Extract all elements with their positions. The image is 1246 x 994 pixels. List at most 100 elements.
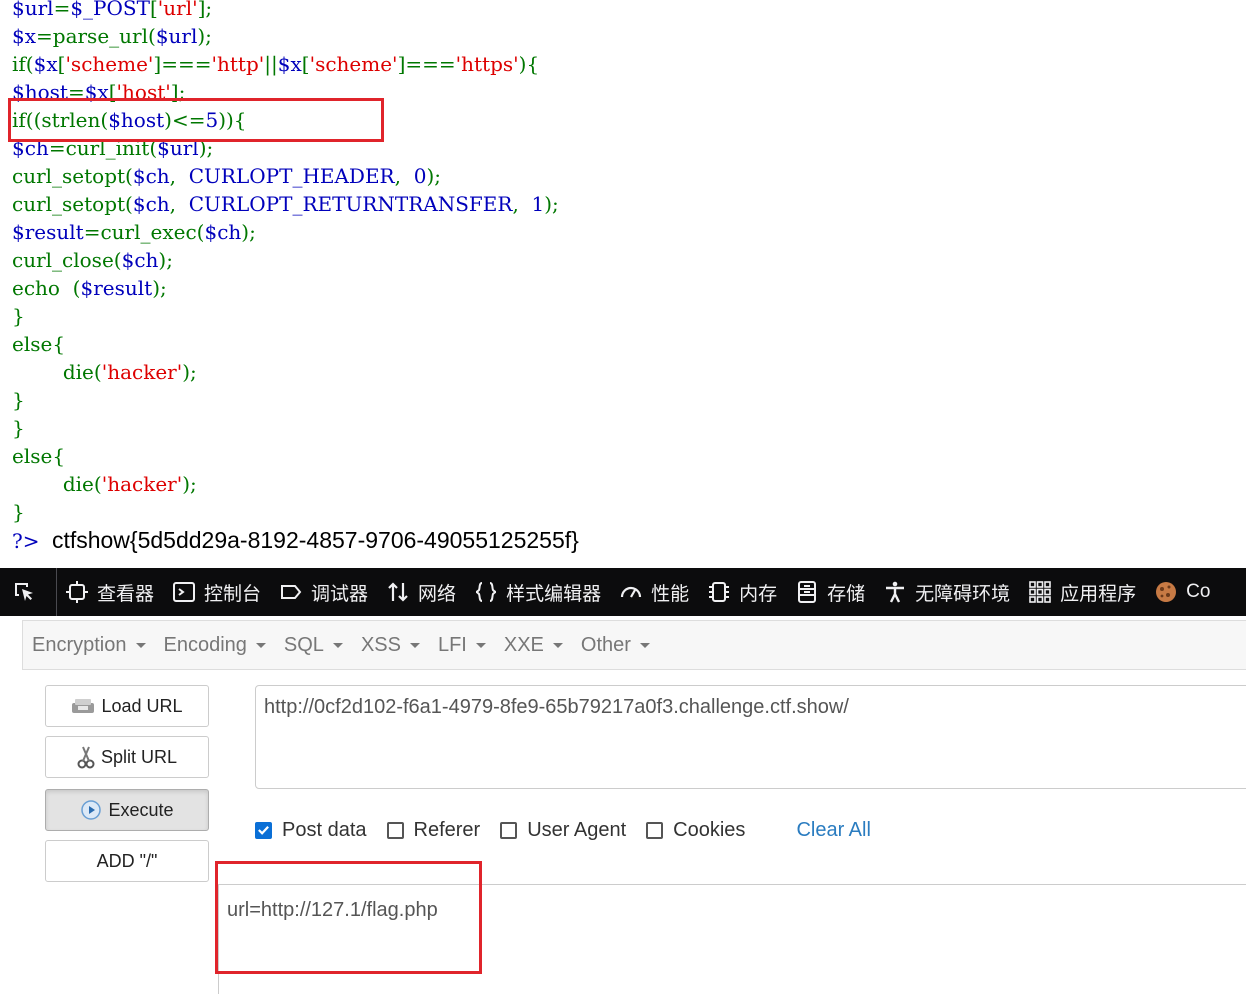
option-referer[interactable]: Referer	[386, 818, 481, 842]
add-slash-button[interactable]: ADD "/"	[45, 840, 209, 882]
code-token: $url	[12, 0, 54, 20]
code-token: =curl_exec(	[83, 220, 205, 244]
devtools-tab-network[interactable]: 网络	[378, 568, 466, 616]
code-token: }	[12, 500, 25, 524]
devtools-tab-style-editor[interactable]: 样式编辑器	[466, 568, 611, 616]
devtools-tab-label: 调试器	[311, 583, 369, 605]
devtools-tab-debugger[interactable]: 调试器	[271, 568, 378, 616]
devtools-toolbar: 查看器 控制台 调试器 网络 样式编辑器 性能 内存 存储 无障碍环境 应用程序 Co	[0, 568, 1246, 616]
code-token: else{	[12, 332, 66, 356]
menu-label: XSS	[360, 633, 401, 656]
code-token: [	[149, 0, 158, 20]
code-line: curl_setopt($ch, CURLOPT_HEADER, 0);	[12, 162, 1246, 190]
menu-label: XXE	[503, 633, 544, 656]
checkbox[interactable]	[646, 821, 664, 839]
code-line: else{	[12, 330, 1246, 358]
code-token: }	[12, 416, 25, 440]
code-token: );	[152, 276, 167, 300]
php-close-tag: ?>	[12, 529, 40, 553]
option-label: User Agent	[527, 818, 627, 841]
clear-all-link[interactable]: Clear All	[796, 819, 870, 842]
checkbox-checked[interactable]	[255, 821, 272, 839]
code-token: );	[426, 164, 441, 188]
code-token: }	[12, 388, 25, 412]
scissors-icon	[77, 745, 95, 769]
devtools-tab-label: 网络	[418, 583, 457, 605]
code-token: 0	[413, 164, 427, 188]
checkbox[interactable]	[386, 821, 404, 839]
code-token: echo (	[12, 276, 81, 300]
code-token: ,	[169, 164, 189, 188]
option-label: Referer	[413, 818, 481, 841]
option-label: Post data	[282, 818, 367, 841]
execute-label: Execute	[108, 799, 174, 820]
split-url-button[interactable]: Split URL	[45, 736, 209, 778]
devtools-tab-accessibility[interactable]: 无障碍环境	[875, 568, 1020, 616]
code-token: $ch	[132, 192, 170, 216]
code-token: ,	[512, 192, 532, 216]
devtools-tab-label: 控制台	[204, 583, 262, 605]
devtools-tab-label: 内存	[739, 583, 778, 605]
code-token: $x	[277, 52, 302, 76]
network-icon	[386, 580, 410, 604]
option-post-data[interactable]: Post data	[255, 819, 367, 842]
code-token: =parse_url(	[36, 24, 156, 48]
code-token: $ch	[132, 164, 170, 188]
menu-encoding[interactable]: Encoding	[164, 634, 266, 657]
menu-xss[interactable]: XSS	[361, 634, 420, 657]
code-token: $ch	[121, 248, 159, 272]
flag-output: ctfshow{5d5dd29a-8192-4857-9706-49055125…	[51, 527, 579, 553]
caret-down-icon	[475, 642, 486, 648]
storage-icon	[795, 580, 819, 604]
devtools-tab-performance[interactable]: 性能	[611, 568, 699, 616]
devtools-tab-console[interactable]: 控制台	[164, 568, 271, 616]
element-picker-button[interactable]	[0, 568, 57, 616]
menu-other[interactable]: Other	[581, 634, 650, 657]
devtools-tab-inspector[interactable]: 查看器	[57, 568, 164, 616]
code-line: curl_setopt($ch, CURLOPT_RETURNTRANSFER,…	[12, 190, 1246, 218]
code-token: 1	[531, 192, 545, 216]
code-token: if(	[12, 52, 34, 76]
checkbox[interactable]	[500, 821, 518, 839]
menu-encryption[interactable]: Encryption	[32, 634, 146, 657]
devtools-tab-label: 无障碍环境	[915, 583, 1011, 605]
code-line: $url=$_POST['url'];	[12, 0, 1246, 22]
inspector-icon	[65, 580, 89, 604]
devtools-tab-label: 存储	[827, 583, 866, 605]
option-user-agent[interactable]: User Agent	[500, 819, 626, 842]
cookie-icon	[1154, 580, 1178, 604]
caret-down-icon	[332, 642, 343, 648]
menu-sql[interactable]: SQL	[284, 634, 343, 657]
code-line: $x=parse_url($url);	[12, 22, 1246, 50]
code-token: [	[301, 52, 310, 76]
code-token: curl_setopt(	[12, 192, 133, 216]
caret-down-icon	[255, 642, 266, 648]
devtools-tab-application[interactable]: 应用程序	[1020, 568, 1146, 616]
caret-down-icon	[135, 642, 146, 648]
code-token: die(	[12, 472, 102, 496]
load-url-button[interactable]: Load URL	[45, 685, 209, 727]
devtools-tab-label: 样式编辑器	[506, 583, 602, 605]
caret-down-icon	[639, 642, 650, 648]
code-token: }	[12, 304, 25, 328]
devtools-tab-label: 应用程序	[1060, 583, 1137, 605]
devtools-tab-storage[interactable]: 存储	[787, 568, 875, 616]
code-token: 'url'	[157, 0, 198, 20]
check-icon	[258, 825, 269, 835]
option-cookies[interactable]: Cookies	[646, 819, 745, 842]
code-token: =	[53, 0, 71, 20]
code-line: }	[12, 386, 1246, 414]
option-label: Cookies	[673, 818, 746, 841]
menu-label: SQL	[283, 633, 324, 656]
code-line: die('hacker');	[12, 470, 1246, 498]
code-token: $url	[155, 24, 198, 48]
menu-label: Encoding	[163, 633, 247, 656]
url-input[interactable]: http://0cf2d102-f6a1-4979-8fe9-65b79217a…	[255, 685, 1246, 789]
devtools-tab-memory[interactable]: 内存	[699, 568, 787, 616]
console-icon	[172, 580, 196, 604]
code-token: $ch	[204, 220, 242, 244]
menu-lfi[interactable]: LFI	[438, 634, 486, 657]
menu-xxe[interactable]: XXE	[504, 634, 563, 657]
devtools-tab-cookie[interactable]: Co	[1146, 568, 1220, 616]
execute-button[interactable]: Execute	[45, 789, 209, 831]
